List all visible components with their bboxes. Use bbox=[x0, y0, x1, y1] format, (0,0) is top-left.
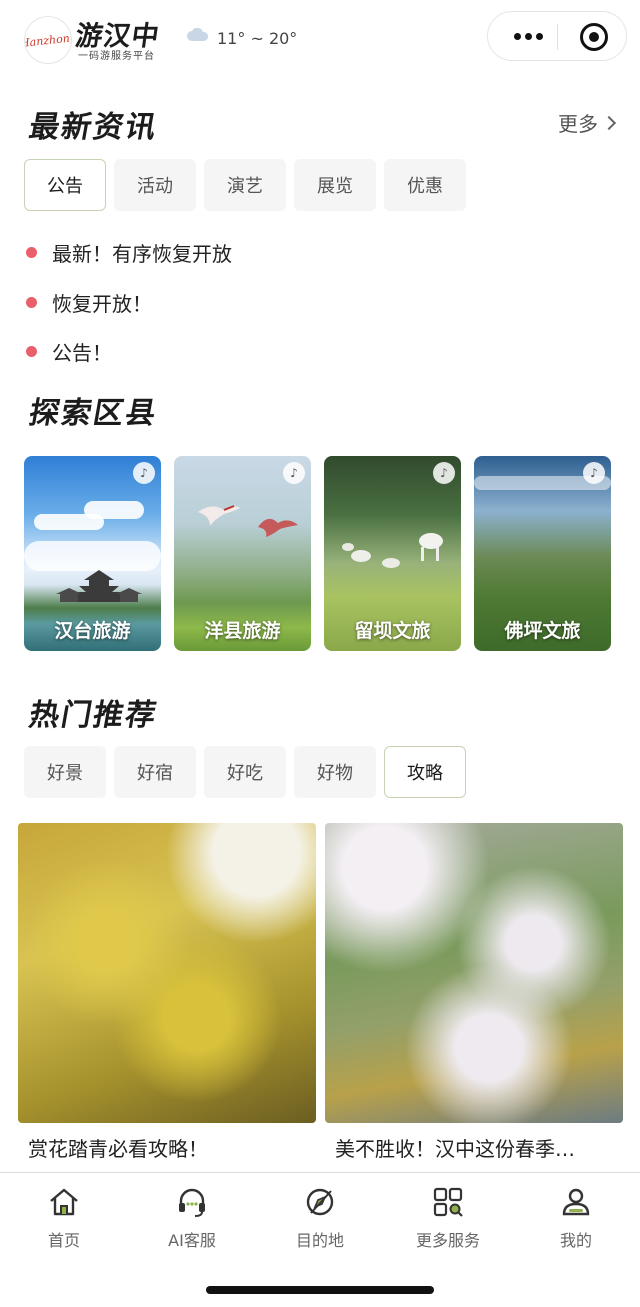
app-logo: Hanzhong bbox=[24, 16, 72, 64]
news-section-title: 最新资讯 bbox=[26, 110, 161, 145]
tabbar-item-ai-service[interactable]: AI客服 bbox=[128, 1185, 256, 1251]
headset-icon bbox=[179, 1188, 205, 1217]
cloud-shape bbox=[84, 501, 144, 519]
tab-events[interactable]: 活动 bbox=[114, 159, 196, 211]
news-item-text: 最新！有序恢复开放 bbox=[52, 242, 232, 267]
cloud-shape bbox=[24, 541, 161, 571]
logo-script: Hanzhong bbox=[24, 30, 72, 50]
news-more-link[interactable]: 更多 bbox=[558, 108, 617, 137]
tabbar-label: AI客服 bbox=[168, 1231, 216, 1250]
bullet-dot-icon bbox=[26, 247, 37, 259]
recommend-card[interactable]: 赏花踏青必看攻略！ bbox=[18, 823, 316, 1162]
tabbar-item-mine[interactable]: 我的 bbox=[512, 1185, 640, 1251]
news-tabs: 公告 活动 演艺 展览 优惠 bbox=[24, 159, 466, 211]
district-card-liuba[interactable]: ♪ 留坝文旅 bbox=[324, 456, 461, 651]
goats-illustration bbox=[342, 533, 443, 568]
more-label: 更多 bbox=[558, 112, 598, 136]
pagoda-illustration bbox=[56, 570, 142, 602]
district-card-label: 洋县旅游 bbox=[204, 620, 281, 642]
news-list: 最新！有序恢复开放 恢复开放！ 公告！ bbox=[26, 228, 232, 377]
miniprogram-link-icon: ♪ bbox=[283, 462, 305, 484]
bullet-dot-icon bbox=[26, 296, 37, 308]
tab-guides[interactable]: 攻略 bbox=[384, 746, 466, 798]
ibis-bird-illustration bbox=[198, 505, 240, 526]
news-item[interactable]: 最新！有序恢复开放 bbox=[26, 228, 232, 278]
tabbar-item-home[interactable]: 首页 bbox=[0, 1185, 128, 1251]
miniprogram-capsule bbox=[487, 11, 627, 61]
hot-tabs: 好景 好宿 好吃 好物 攻略 bbox=[24, 746, 466, 798]
news-item[interactable]: 公告！ bbox=[26, 327, 232, 377]
ibis-bird-illustration bbox=[258, 518, 298, 537]
tabbar-label: 目的地 bbox=[295, 1231, 344, 1250]
dot-icon bbox=[524, 32, 532, 40]
tab-good-lodging[interactable]: 好宿 bbox=[114, 746, 196, 798]
chevron-right-icon bbox=[601, 115, 617, 130]
grid-search-icon bbox=[433, 1187, 463, 1217]
home-indicator[interactable] bbox=[206, 1286, 434, 1294]
news-item-text: 恢复开放！ bbox=[52, 291, 152, 316]
tab-good-food[interactable]: 好吃 bbox=[204, 746, 286, 798]
user-icon bbox=[562, 1188, 590, 1216]
districts-section-title: 探索区县 bbox=[26, 396, 161, 431]
district-card-foping[interactable]: ♪ 佛坪文旅 bbox=[474, 456, 611, 651]
compass-icon bbox=[306, 1188, 334, 1216]
tab-announcement[interactable]: 公告 bbox=[24, 159, 106, 211]
tab-discounts[interactable]: 优惠 bbox=[384, 159, 466, 211]
tabbar-label: 更多服务 bbox=[415, 1231, 480, 1250]
bullet-dot-icon bbox=[26, 346, 37, 358]
tab-exhibitions[interactable]: 展览 bbox=[294, 159, 376, 211]
tabbar-item-more-services[interactable]: 更多服务 bbox=[384, 1185, 512, 1251]
district-card-label: 佛坪文旅 bbox=[504, 620, 581, 642]
recommend-card-title: 赏花踏青必看攻略！ bbox=[28, 1137, 208, 1161]
home-icon bbox=[50, 1188, 78, 1216]
dot-icon bbox=[535, 32, 543, 40]
news-item-text: 公告！ bbox=[52, 341, 112, 366]
app-subtitle: 一码游服务平台 bbox=[78, 51, 155, 62]
recommend-card[interactable]: 美不胜收！汉中这份春季… bbox=[325, 823, 623, 1162]
district-card-label: 汉台旅游 bbox=[54, 620, 131, 642]
district-card-yangxian[interactable]: ♪ 洋县旅游 bbox=[174, 456, 311, 651]
miniprogram-link-icon: ♪ bbox=[583, 462, 605, 484]
capsule-divider bbox=[557, 24, 558, 50]
tab-good-scenery[interactable]: 好景 bbox=[24, 746, 106, 798]
miniprogram-link-icon: ♪ bbox=[133, 462, 155, 484]
tab-good-products[interactable]: 好物 bbox=[294, 746, 376, 798]
district-card-label: 留坝文旅 bbox=[354, 620, 431, 642]
tabbar-label: 我的 bbox=[559, 1231, 592, 1250]
district-card-hantai[interactable]: ♪ 汉台旅游 bbox=[24, 456, 161, 651]
close-miniprogram-button[interactable] bbox=[580, 23, 608, 51]
tabbar-label: 首页 bbox=[47, 1231, 80, 1250]
miniprogram-link-icon: ♪ bbox=[433, 462, 455, 484]
hot-section-title: 热门推荐 bbox=[26, 698, 161, 733]
recommend-card-image bbox=[325, 823, 623, 1123]
header: Hanzhong 游汉中 一码游服务平台 11° ~ 20° bbox=[0, 0, 640, 80]
cloud-icon bbox=[187, 27, 209, 41]
more-menu-button[interactable] bbox=[508, 12, 548, 60]
district-cards: ♪ 汉台旅游 ♪ 洋县旅游 ♪ 留坝文旅 ♪ 佛坪文旅 bbox=[24, 456, 611, 651]
recommend-card-image bbox=[18, 823, 316, 1123]
tab-performances[interactable]: 演艺 bbox=[204, 159, 286, 211]
recommend-card-title: 美不胜收！汉中这份春季… bbox=[335, 1137, 575, 1161]
dot-icon bbox=[513, 32, 521, 40]
weather-temperature: 11° ~ 20° bbox=[217, 29, 298, 48]
news-item[interactable]: 恢复开放！ bbox=[26, 278, 232, 328]
tabbar-item-destination[interactable]: 目的地 bbox=[256, 1185, 384, 1251]
